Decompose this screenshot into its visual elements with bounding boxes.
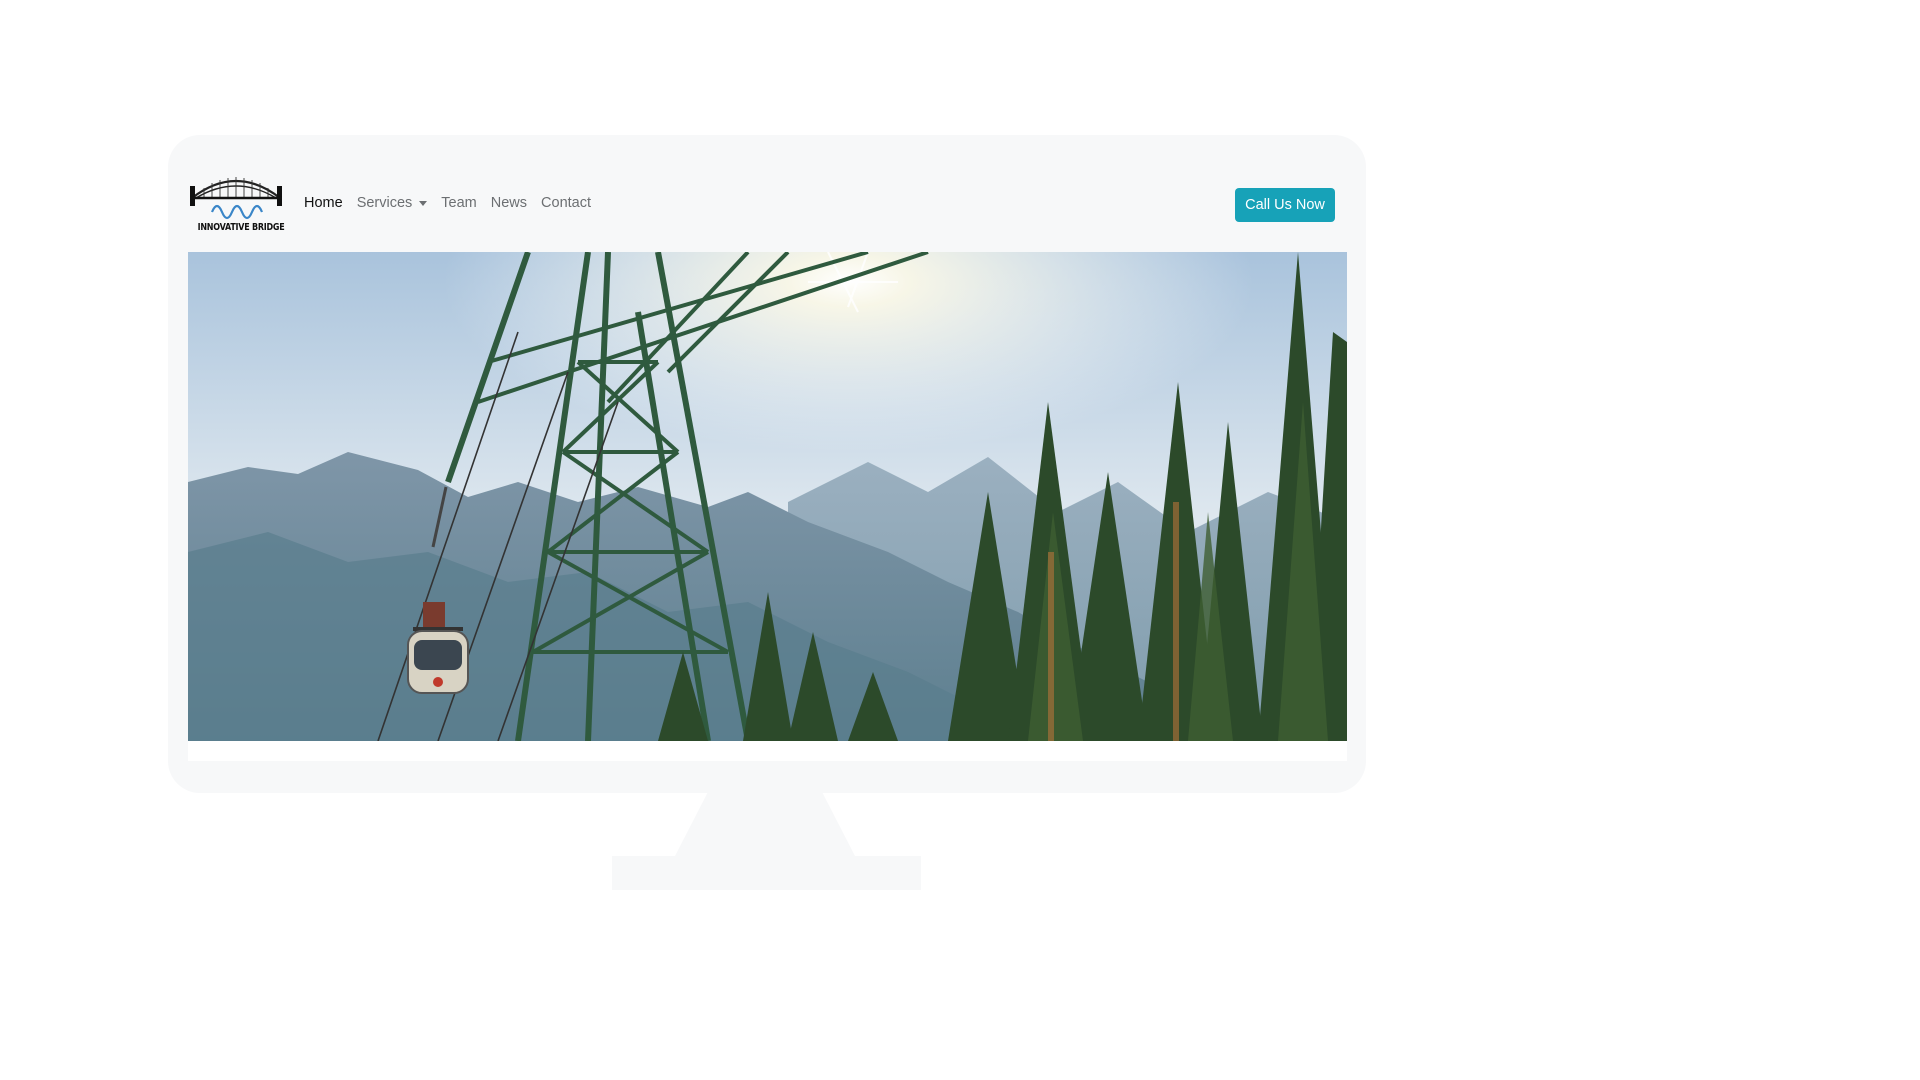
- monitor-stand-base: [612, 856, 921, 890]
- nav-item-news[interactable]: News: [491, 195, 527, 211]
- call-us-now-button[interactable]: Call Us Now: [1235, 188, 1335, 222]
- nav-item-services-label: Services: [356, 195, 413, 211]
- gondola-mountain-photo: [188, 252, 1347, 741]
- brand-name: INNOVATIVE BRIDGE: [197, 222, 285, 233]
- brand-logo[interactable]: INNOVATIVE BRIDGE: [188, 170, 285, 236]
- nav-item-team[interactable]: Team: [441, 195, 476, 211]
- nav-menu: Home Services Team News Contact: [304, 195, 591, 211]
- nav-item-home-label: Home: [304, 195, 343, 211]
- nav-item-team-label: Team: [441, 195, 477, 211]
- navbar: INNOVATIVE BRIDGE Home Services Team New…: [188, 150, 1347, 252]
- nav-item-home[interactable]: Home: [304, 195, 343, 211]
- monitor-screen: INNOVATIVE BRIDGE Home Services Team New…: [188, 150, 1347, 761]
- bridge-logo-icon: [190, 177, 282, 220]
- hero-image: [188, 252, 1347, 741]
- nav-item-contact[interactable]: Contact: [541, 195, 591, 211]
- nav-item-news-label: News: [490, 195, 528, 211]
- monitor-stand-neck: [675, 793, 855, 856]
- nav-item-contact-label: Contact: [541, 195, 592, 211]
- caret-down-icon: [419, 200, 428, 206]
- nav-item-services[interactable]: Services: [357, 195, 428, 211]
